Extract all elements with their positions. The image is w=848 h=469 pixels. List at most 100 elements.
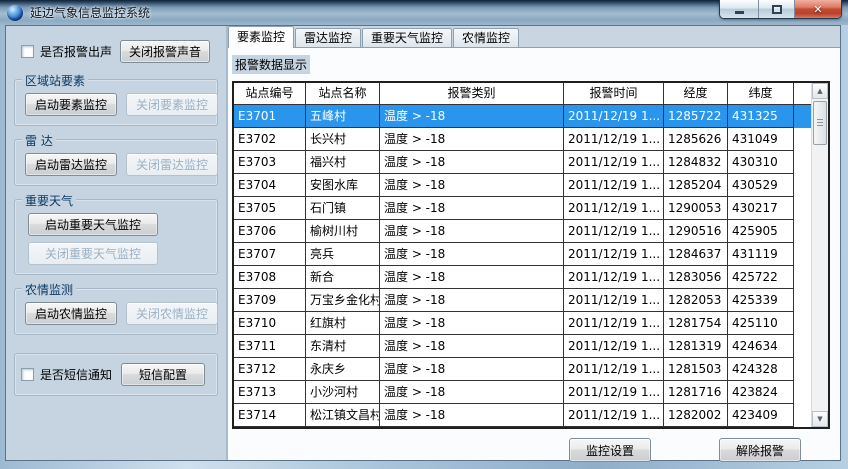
alarm-table: 站点编号 站点名称 报警类别 报警时间 经度 纬度 E3701五峰村温度 > -… bbox=[232, 81, 830, 429]
table-cell: 430310 bbox=[728, 151, 794, 174]
table-cell: E3714 bbox=[234, 404, 306, 427]
table-row[interactable]: E3702长兴村温度 > -182011/12/19 1...128562643… bbox=[234, 128, 828, 151]
table-cell: 1284637 bbox=[664, 243, 728, 266]
table-cell: 永庆乡 bbox=[306, 358, 380, 381]
table-cell: 1282002 bbox=[664, 404, 728, 427]
table-cell: 1281319 bbox=[664, 335, 728, 358]
table-cell: 431119 bbox=[728, 243, 794, 266]
table-cell: 温度 > -18 bbox=[380, 289, 564, 312]
table-cell: 万宝乡金化村 bbox=[306, 289, 380, 312]
monitor-settings-button[interactable]: 监控设置 bbox=[569, 438, 651, 462]
table-cell: 2011/12/19 1... bbox=[564, 289, 664, 312]
table-cell: E3703 bbox=[234, 151, 306, 174]
table-cell: 五峰村 bbox=[306, 105, 380, 128]
table-cell: 2011/12/19 1... bbox=[564, 312, 664, 335]
sidebar: 是否报警出声 关闭报警声音 区域站要素 启动要素监控 关闭要素监控 雷 达 启动… bbox=[6, 26, 228, 460]
table-cell: E3701 bbox=[234, 105, 306, 128]
table-cell: 1290053 bbox=[664, 197, 728, 220]
table-cell: 温度 > -18 bbox=[380, 220, 564, 243]
table-cell: 1282053 bbox=[664, 289, 728, 312]
table-cell: 2011/12/19 1... bbox=[564, 266, 664, 289]
table-cell: 石门镇 bbox=[306, 197, 380, 220]
table-row[interactable]: E3709万宝乡金化村温度 > -182011/12/19 1...128205… bbox=[234, 289, 828, 312]
table-cell: 425339 bbox=[728, 289, 794, 312]
table-cell: 红旗村 bbox=[306, 312, 380, 335]
table-row[interactable]: E3708新合温度 > -182011/12/19 1...1283056425… bbox=[234, 266, 828, 289]
table-row[interactable]: E3704安图水库温度 > -182011/12/19 1...12852044… bbox=[234, 174, 828, 197]
stop-agriculture-monitor-button[interactable]: 关闭农情监控 bbox=[126, 302, 218, 325]
vertical-scrollbar[interactable]: ▲ ▼ bbox=[811, 83, 828, 427]
tab-agriculture-monitor[interactable]: 农情监控 bbox=[453, 28, 519, 47]
column-header-latitude[interactable]: 纬度 bbox=[728, 83, 794, 105]
table-cell: 423824 bbox=[728, 381, 794, 404]
stop-element-monitor-button[interactable]: 关闭要素监控 bbox=[126, 93, 218, 116]
groupbox-title: 雷 达 bbox=[22, 132, 56, 149]
table-cell: 2011/12/19 1... bbox=[564, 197, 664, 220]
column-header-alarm-time[interactable]: 报警时间 bbox=[564, 83, 664, 105]
table-cell: 1281716 bbox=[664, 381, 728, 404]
sms-notify-checkbox[interactable] bbox=[21, 368, 34, 381]
scrollbar-thumb[interactable] bbox=[813, 101, 827, 145]
stop-weather-monitor-button[interactable]: 关闭重要天气监控 bbox=[28, 242, 158, 265]
table-cell: E3707 bbox=[234, 243, 306, 266]
maximize-button[interactable] bbox=[759, 0, 795, 18]
table-row[interactable]: E3705石门镇温度 > -182011/12/19 1...129005343… bbox=[234, 197, 828, 220]
table-cell: 423409 bbox=[728, 404, 794, 427]
table-cell: 425110 bbox=[728, 312, 794, 335]
tab-element-monitor[interactable]: 要素监控 bbox=[228, 26, 294, 48]
alarm-sound-checkbox-label: 是否报警出声 bbox=[40, 43, 112, 60]
table-cell: E3713 bbox=[234, 381, 306, 404]
start-agriculture-monitor-button[interactable]: 启动农情监控 bbox=[25, 302, 117, 325]
close-alarm-sound-button[interactable]: 关闭报警声音 bbox=[120, 40, 210, 63]
table-cell: 温度 > -18 bbox=[380, 151, 564, 174]
table-cell: 1290516 bbox=[664, 220, 728, 243]
scroll-up-icon[interactable]: ▲ bbox=[812, 83, 828, 99]
table-cell: 430217 bbox=[728, 197, 794, 220]
column-header-longitude[interactable]: 经度 bbox=[664, 83, 728, 105]
table-cell: E3706 bbox=[234, 220, 306, 243]
table-row[interactable]: E3703福兴村温度 > -182011/12/19 1...128483243… bbox=[234, 151, 828, 174]
table-row[interactable]: E3711东清村温度 > -182011/12/19 1...128131942… bbox=[234, 335, 828, 358]
table-row[interactable]: E3712永庆乡温度 > -182011/12/19 1...128150342… bbox=[234, 358, 828, 381]
start-element-monitor-button[interactable]: 启动要素监控 bbox=[25, 93, 117, 116]
groupbox-important-weather: 重要天气 启动重要天气监控 关闭重要天气监控 bbox=[14, 199, 218, 275]
table-cell: 亮兵 bbox=[306, 243, 380, 266]
minimize-button[interactable] bbox=[720, 0, 759, 18]
table-cell: 2011/12/19 1... bbox=[564, 151, 664, 174]
scroll-down-icon[interactable]: ▼ bbox=[812, 411, 828, 427]
start-radar-monitor-button[interactable]: 启动雷达监控 bbox=[25, 153, 117, 176]
alarm-data-label: 报警数据显示 bbox=[232, 55, 310, 74]
dismiss-alarm-button[interactable]: 解除报警 bbox=[719, 438, 801, 462]
column-header-alarm-type[interactable]: 报警类别 bbox=[380, 83, 564, 105]
table-row[interactable]: E3707亮兵温度 > -182011/12/19 1...1284637431… bbox=[234, 243, 828, 266]
table-cell: 2011/12/19 1... bbox=[564, 404, 664, 427]
column-header-station-id[interactable]: 站点编号 bbox=[234, 83, 306, 105]
tab-radar-monitor[interactable]: 雷达监控 bbox=[295, 28, 361, 47]
sms-config-button[interactable]: 短信配置 bbox=[121, 363, 205, 386]
table-cell: 1281754 bbox=[664, 312, 728, 335]
table-cell: 2011/12/19 1... bbox=[564, 220, 664, 243]
stop-radar-monitor-button[interactable]: 关闭雷达监控 bbox=[126, 153, 218, 176]
table-row[interactable]: E3706榆树川村温度 > -182011/12/19 1...12905164… bbox=[234, 220, 828, 243]
table-cell: 温度 > -18 bbox=[380, 381, 564, 404]
table-cell: E3712 bbox=[234, 358, 306, 381]
table-cell: 425722 bbox=[728, 266, 794, 289]
table-cell: 温度 > -18 bbox=[380, 312, 564, 335]
alarm-sound-checkbox[interactable] bbox=[21, 45, 34, 58]
tab-weather-monitor[interactable]: 重要天气监控 bbox=[362, 28, 452, 47]
table-cell: 424328 bbox=[728, 358, 794, 381]
table-cell: 1285722 bbox=[664, 105, 728, 128]
table-cell: 温度 > -18 bbox=[380, 335, 564, 358]
table-cell: E3708 bbox=[234, 266, 306, 289]
table-row[interactable]: E3714松江镇文昌村温度 > -182011/12/19 1...128200… bbox=[234, 404, 828, 427]
table-cell: 温度 > -18 bbox=[380, 105, 564, 128]
groupbox-title: 重要天气 bbox=[22, 192, 76, 209]
start-weather-monitor-button[interactable]: 启动重要天气监控 bbox=[28, 213, 158, 236]
table-row[interactable]: E3701五峰村温度 > -182011/12/19 1...128572243… bbox=[234, 105, 828, 128]
table-row[interactable]: E3710红旗村温度 > -182011/12/19 1...128175442… bbox=[234, 312, 828, 335]
table-cell: 1285204 bbox=[664, 174, 728, 197]
column-header-station-name[interactable]: 站点名称 bbox=[306, 83, 380, 105]
close-button[interactable]: ✕ bbox=[795, 0, 841, 18]
table-cell: 松江镇文昌村 bbox=[306, 404, 380, 427]
table-row[interactable]: E3713小沙河村温度 > -182011/12/19 1...12817164… bbox=[234, 381, 828, 404]
